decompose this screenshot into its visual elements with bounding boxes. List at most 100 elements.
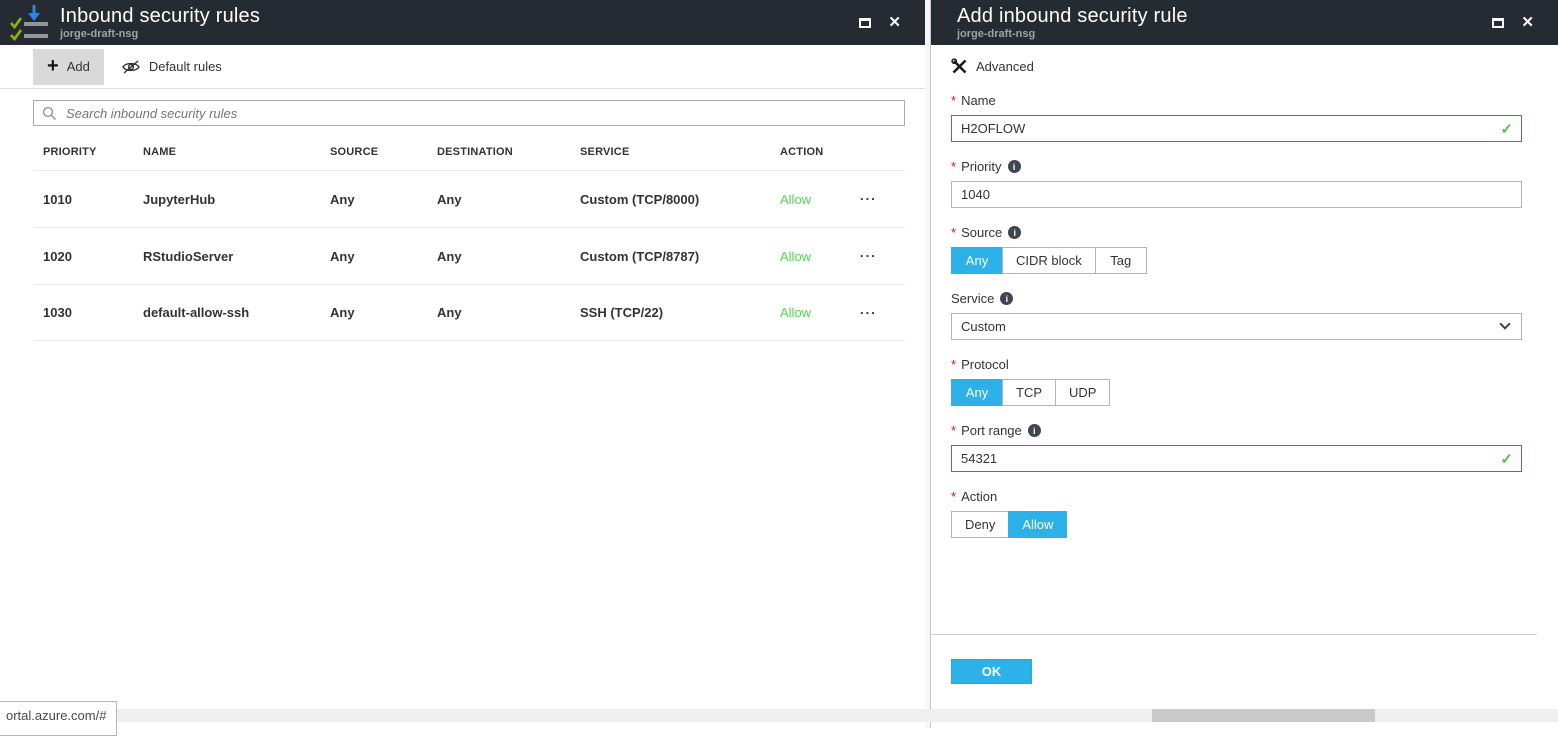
search-icon (42, 106, 57, 121)
source-toggle-group: Any CIDR block Tag (951, 247, 1522, 274)
cell-destination: Any (437, 192, 580, 207)
name-label: * Name (951, 93, 1522, 108)
service-field: Service i Custom (951, 291, 1522, 340)
protocol-label: * Protocol (951, 357, 1522, 372)
status-url-tooltip: ortal.azure.com/# (0, 701, 117, 736)
protocol-toggle-group: Any TCP UDP (951, 379, 1522, 406)
add-button-label: Add (67, 59, 90, 74)
name-input[interactable] (951, 115, 1522, 142)
add-button[interactable]: + Add (33, 49, 104, 85)
action-label: * Action (951, 489, 1522, 504)
close-icon[interactable]: ✕ (888, 15, 901, 30)
table-row[interactable]: 1010JupyterHubAnyAnyCustom (TCP/8000)All… (33, 170, 905, 227)
cell-service: Custom (TCP/8000) (580, 192, 780, 207)
table-row[interactable]: 1020RStudioServerAnyAnyCustom (TCP/8787)… (33, 227, 905, 284)
action-field: * Action Deny Allow (951, 489, 1522, 538)
rules-table: PRIORITY NAME SOURCE DESTINATION SERVICE… (33, 126, 905, 341)
info-icon: i (1028, 424, 1041, 437)
column-header-action: ACTION (780, 146, 860, 158)
source-option-cidr-block[interactable]: CIDR block (1002, 247, 1096, 274)
plus-icon: + (47, 56, 59, 76)
search-input[interactable] (64, 105, 896, 122)
source-field: * Source i Any CIDR block Tag (951, 225, 1522, 274)
cell-name: JupyterHub (143, 192, 330, 207)
footer-divider (931, 634, 1537, 635)
priority-field: * Priority i (951, 159, 1522, 208)
protocol-option-tcp[interactable]: TCP (1002, 379, 1056, 406)
cell-source: Any (330, 305, 437, 320)
horizontal-scrollbar[interactable] (0, 709, 1558, 722)
required-asterisk: * (951, 489, 956, 504)
table-row[interactable]: 1030default-allow-sshAnyAnySSH (TCP/22)A… (33, 284, 905, 341)
source-option-any[interactable]: Any (951, 247, 1003, 274)
required-asterisk: * (951, 357, 956, 372)
action-option-allow[interactable]: Allow (1008, 511, 1067, 538)
right-blade-title: Add inbound security rule (957, 5, 1188, 27)
valid-check-icon: ✓ (1500, 120, 1513, 138)
cell-service: SSH (TCP/22) (580, 305, 780, 320)
default-rules-label: Default rules (149, 59, 222, 74)
port-range-field: * Port range i ✓ (951, 423, 1522, 472)
name-field: * Name ✓ (951, 93, 1522, 142)
add-rule-blade: Add inbound security rule jorge-draft-ns… (931, 0, 1558, 728)
protocol-field: * Protocol Any TCP UDP (951, 357, 1522, 406)
search-box (33, 100, 905, 126)
ok-button[interactable]: OK (951, 659, 1032, 684)
left-blade-subtitle: jorge-draft-nsg (60, 28, 260, 40)
inbound-rules-icon (8, 4, 50, 42)
cell-source: Any (330, 249, 437, 264)
table-header-row: PRIORITY NAME SOURCE DESTINATION SERVICE… (33, 126, 905, 170)
cell-destination: Any (437, 249, 580, 264)
cell-source: Any (330, 192, 437, 207)
service-select[interactable]: Custom (951, 313, 1522, 340)
rules-table-body: 1010JupyterHubAnyAnyCustom (TCP/8000)All… (33, 170, 905, 341)
column-header-name: NAME (143, 146, 330, 158)
source-option-tag[interactable]: Tag (1095, 247, 1147, 274)
scrollbar-thumb[interactable] (1152, 709, 1375, 722)
action-toggle-group: Deny Allow (951, 511, 1522, 538)
close-icon[interactable]: ✕ (1521, 15, 1534, 30)
cell-action: Allow (780, 305, 860, 320)
required-asterisk: * (951, 423, 956, 438)
inbound-security-rules-blade: Inbound security rules jorge-draft-nsg ✕… (0, 0, 925, 728)
azure-portal: Inbound security rules jorge-draft-nsg ✕… (0, 0, 1558, 728)
cell-service: Custom (TCP/8787) (580, 249, 780, 264)
protocol-option-any[interactable]: Any (951, 379, 1003, 406)
cell-action: Allow (780, 192, 860, 207)
port-range-label: * Port range i (951, 423, 1522, 438)
cell-name: default-allow-ssh (143, 305, 330, 320)
info-icon: i (1008, 226, 1021, 239)
right-blade-header: Add inbound security rule jorge-draft-ns… (931, 0, 1558, 45)
cell-action: Allow (780, 249, 860, 264)
advanced-label: Advanced (976, 59, 1034, 74)
advanced-button[interactable]: Advanced (951, 58, 1034, 75)
default-rules-button[interactable]: Default rules (107, 49, 236, 85)
row-menu-button[interactable]: ... (860, 245, 905, 267)
column-header-source: SOURCE (330, 146, 437, 158)
cell-priority: 1030 (43, 305, 143, 320)
tools-icon (951, 58, 968, 75)
info-icon: i (1000, 292, 1013, 305)
add-rule-form: * Name ✓ * Priority i (931, 87, 1558, 538)
right-blade-subtitle: jorge-draft-nsg (957, 28, 1188, 40)
service-label: Service i (951, 291, 1522, 306)
maximize-icon[interactable] (1492, 18, 1504, 28)
left-blade-title: Inbound security rules (60, 5, 260, 27)
protocol-option-udp[interactable]: UDP (1055, 379, 1110, 406)
source-label: * Source i (951, 225, 1522, 240)
maximize-icon[interactable] (859, 18, 871, 28)
info-icon: i (1008, 160, 1021, 173)
priority-label: * Priority i (951, 159, 1522, 174)
cell-destination: Any (437, 305, 580, 320)
action-option-deny[interactable]: Deny (951, 511, 1009, 538)
row-menu-button[interactable]: ... (860, 188, 905, 210)
chevron-down-icon (1499, 318, 1510, 329)
port-range-input[interactable] (951, 445, 1522, 472)
required-asterisk: * (951, 225, 956, 240)
column-header-priority: PRIORITY (43, 146, 143, 158)
row-menu-button[interactable]: ... (860, 302, 905, 324)
priority-input[interactable] (951, 181, 1522, 208)
required-asterisk: * (951, 93, 956, 108)
eye-slash-icon (121, 59, 141, 75)
left-blade-header: Inbound security rules jorge-draft-nsg ✕ (0, 0, 925, 45)
